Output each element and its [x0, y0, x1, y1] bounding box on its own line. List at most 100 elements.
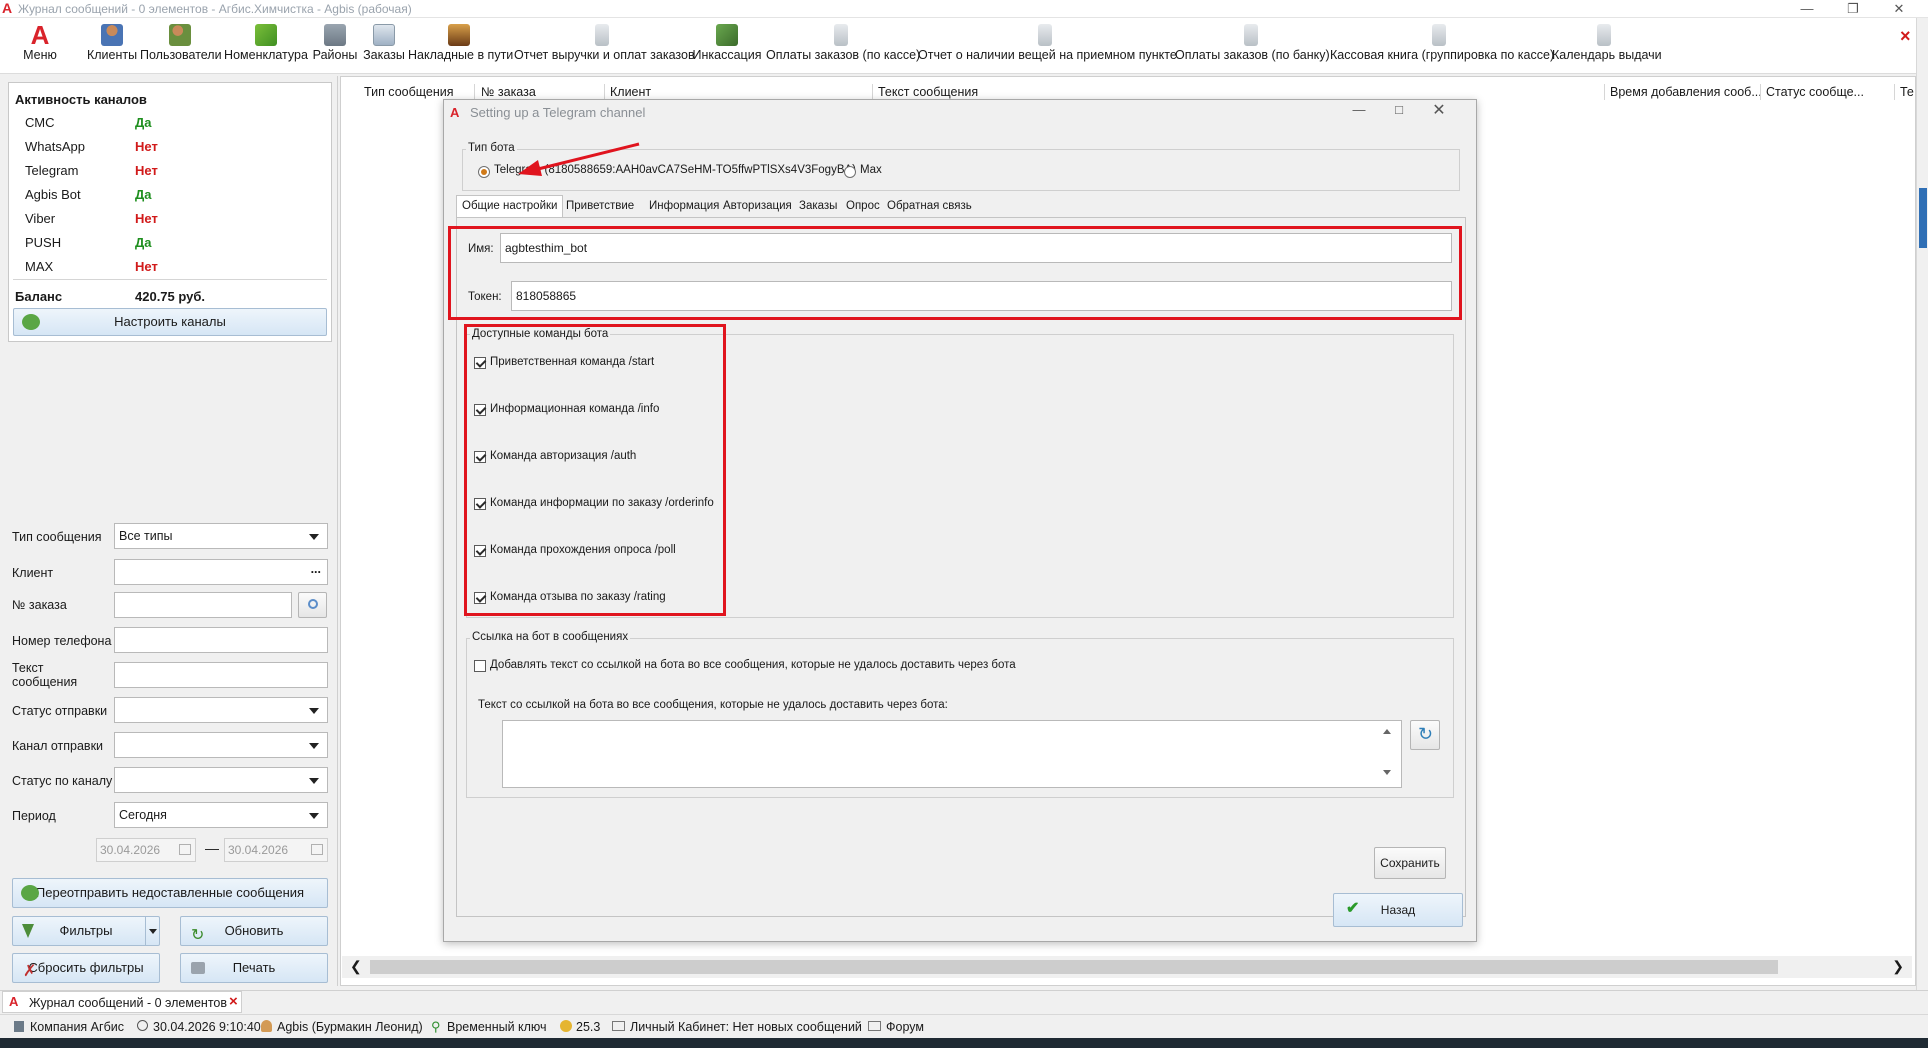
- command-info-label: Информационная команда /info: [490, 403, 660, 415]
- column-header-added-time[interactable]: Время добавления сооб...: [1610, 85, 1762, 99]
- send-status-select[interactable]: [114, 697, 328, 723]
- checkbox-auth-command[interactable]: [474, 451, 486, 463]
- horizontal-scrollbar[interactable]: ❮ ❯: [342, 956, 1912, 978]
- channel-status-viber: Нет: [135, 211, 158, 226]
- radio-max-label[interactable]: Max: [860, 164, 882, 176]
- scroll-up-icon[interactable]: [1383, 729, 1391, 734]
- toolbar-users-button[interactable]: Пользователи: [140, 24, 222, 70]
- tab-poll[interactable]: Опрос: [841, 196, 885, 218]
- checkbox-info-command[interactable]: [474, 404, 486, 416]
- close-document-icon[interactable]: ×: [1900, 26, 1911, 47]
- resend-undelivered-button[interactable]: Переотправить недоставленные сообщения: [12, 878, 328, 908]
- close-tab-icon[interactable]: ×: [229, 993, 238, 1010]
- toolbar-waybills-button[interactable]: Накладные в пути: [408, 24, 513, 70]
- bot-name-input[interactable]: agbtesthim_bot: [500, 233, 1452, 263]
- status-user[interactable]: Agbis (Бурмакин Леонид): [277, 1020, 423, 1034]
- client-lookup-button[interactable]: ...: [311, 562, 321, 576]
- coin-icon: [560, 1020, 572, 1032]
- scroll-right-icon[interactable]: ❯: [1892, 958, 1904, 975]
- print-button[interactable]: Печать: [180, 953, 328, 983]
- checkbox-add-bot-link[interactable]: [474, 660, 486, 672]
- restore-button[interactable]: ❐: [1830, 0, 1876, 18]
- date-from-field[interactable]: 30.04.2026: [96, 838, 196, 862]
- column-divider: [1604, 84, 1605, 100]
- checkbox-rating-command[interactable]: [474, 592, 486, 604]
- tab-orders[interactable]: Заказы: [794, 196, 842, 218]
- document-tab[interactable]: A Журнал сообщений - 0 элементов ×: [2, 991, 242, 1013]
- dialog-maximize-button[interactable]: □: [1384, 102, 1414, 124]
- report-icon: [1432, 24, 1446, 46]
- toolbar-revenue-report-button[interactable]: Отчет выручки и оплат заказов: [514, 24, 695, 70]
- dialog-minimize-button[interactable]: —: [1344, 102, 1374, 124]
- column-header-client[interactable]: Клиент: [610, 85, 651, 99]
- toolbar-clients-button[interactable]: Клиенты: [84, 24, 140, 70]
- back-button[interactable]: ✔ Назад: [1333, 893, 1463, 927]
- toolbar-payments-bank-button[interactable]: Оплаты заказов (по банку): [1175, 24, 1330, 70]
- toolbar-nomenclature-button[interactable]: Номенклатура: [224, 24, 308, 70]
- message-text-input[interactable]: [114, 662, 328, 688]
- save-button[interactable]: Сохранить: [1374, 847, 1446, 879]
- status-cabinet[interactable]: Личный Кабинет: Нет новых сообщений: [630, 1020, 862, 1034]
- channel-name-max: MAX: [25, 259, 54, 274]
- client-field[interactable]: ...: [114, 559, 328, 585]
- toolbar-districts-button[interactable]: Районы: [312, 24, 358, 70]
- reset-filters-button[interactable]: ✗ Сбросить фильтры: [12, 953, 160, 983]
- scrollbar-thumb[interactable]: [1919, 188, 1927, 248]
- status-forum[interactable]: Форум: [886, 1020, 924, 1034]
- tab-authorization[interactable]: Авторизация: [718, 196, 797, 218]
- waybills-icon: [448, 24, 470, 46]
- channel-status-push: Да: [135, 235, 152, 250]
- tab-greeting[interactable]: Приветствие: [561, 196, 639, 218]
- bot-token-input[interactable]: 818058865: [511, 281, 1452, 311]
- scrollbar-thumb[interactable]: [370, 960, 1778, 974]
- scroll-down-icon[interactable]: [1383, 770, 1391, 775]
- filters-button[interactable]: Фильтры: [12, 916, 160, 946]
- column-header-message-text[interactable]: Текст сообщения: [878, 85, 978, 99]
- refresh-link-text-button[interactable]: ↻: [1410, 720, 1440, 750]
- bot-link-textarea[interactable]: [502, 720, 1402, 788]
- message-type-select[interactable]: Все типы: [114, 523, 328, 549]
- dialog-close-button[interactable]: ✕: [1424, 100, 1454, 122]
- tab-feedback[interactable]: Обратная связь: [882, 196, 977, 218]
- period-select[interactable]: Сегодня: [114, 802, 328, 828]
- order-search-button[interactable]: [298, 592, 327, 618]
- refresh-button[interactable]: ↻ Обновить: [180, 916, 328, 946]
- toolbar-orders-button[interactable]: Заказы: [362, 24, 406, 70]
- status-company[interactable]: Компания Агбис: [30, 1020, 124, 1034]
- minimize-button[interactable]: —: [1784, 0, 1830, 18]
- scroll-left-icon[interactable]: ❮: [350, 958, 362, 975]
- order-number-input[interactable]: [114, 592, 292, 618]
- report-icon: [1038, 24, 1052, 46]
- close-window-button[interactable]: ✕: [1876, 0, 1922, 18]
- status-key[interactable]: Временный ключ: [447, 1020, 547, 1034]
- phone-input[interactable]: [114, 627, 328, 653]
- checkbox-start-command[interactable]: [474, 357, 486, 369]
- toolbar-calendar-button[interactable]: Календарь выдачи: [1552, 24, 1662, 70]
- radio-max[interactable]: [844, 166, 856, 178]
- toolbar-items-report-button[interactable]: Отчет о наличии вещей на приемном пункте: [918, 24, 1177, 70]
- radio-telegram[interactable]: [478, 166, 490, 178]
- send-channel-select[interactable]: [114, 732, 328, 758]
- toolbar-collection-button[interactable]: Инкассация: [692, 24, 762, 70]
- column-divider: [1760, 84, 1761, 100]
- tab-information[interactable]: Информация: [644, 196, 724, 218]
- vertical-scrollbar[interactable]: [1916, 18, 1928, 1018]
- configure-channels-button[interactable]: Настроить каналы: [13, 308, 327, 336]
- checkbox-orderinfo-command[interactable]: [474, 498, 486, 510]
- column-header-truncated[interactable]: Те: [1900, 85, 1914, 99]
- filters-dropdown-button[interactable]: [145, 917, 159, 945]
- chevron-down-icon: [309, 743, 319, 749]
- calendar-icon: [311, 844, 323, 855]
- tab-general-settings[interactable]: Общие настройки: [456, 195, 564, 217]
- column-header-order-number[interactable]: № заказа: [481, 85, 536, 99]
- column-header-message-type[interactable]: Тип сообщения: [364, 85, 454, 99]
- checkbox-poll-command[interactable]: [474, 545, 486, 557]
- column-header-message-status[interactable]: Статус сообще...: [1766, 85, 1864, 99]
- date-to-field[interactable]: 30.04.2026: [224, 838, 328, 862]
- refresh-icon: ↻: [1418, 724, 1434, 744]
- toolbar-menu-button[interactable]: A Меню: [20, 22, 60, 70]
- bot-token-label: Токен:: [468, 291, 502, 303]
- toolbar-cash-book-button[interactable]: Кассовая книга (группировка по кассе): [1330, 24, 1554, 70]
- toolbar-payments-cash-button[interactable]: Оплаты заказов (по кассе): [766, 24, 920, 70]
- channel-status-select[interactable]: [114, 767, 328, 793]
